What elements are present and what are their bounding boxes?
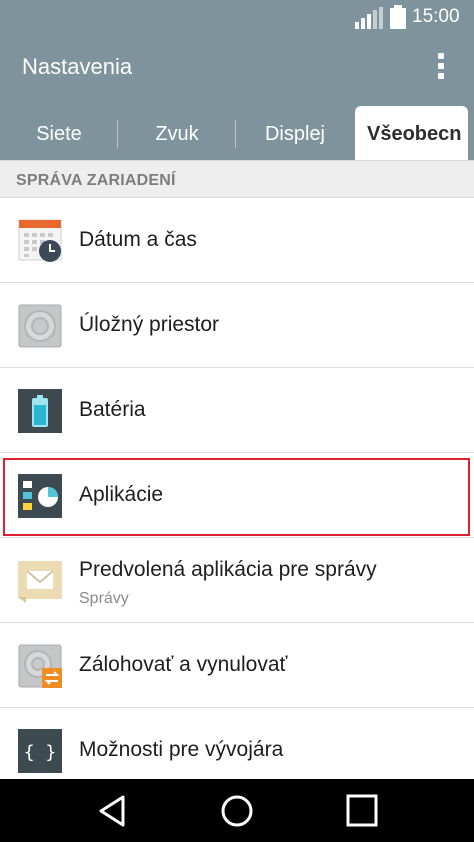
message-icon xyxy=(18,561,62,603)
home-icon[interactable] xyxy=(217,792,257,830)
tab-bar: Siete Zvuk Displej Všeobecn xyxy=(0,98,474,160)
page-title: Nastavenia xyxy=(22,54,133,79)
list-item-label: Možnosti pre vývojára xyxy=(79,738,284,761)
battery-icon xyxy=(390,5,406,29)
backup-reset-icon xyxy=(18,644,62,688)
list-item-backup-reset[interactable]: Zálohovať a vynulovať xyxy=(0,623,474,708)
list-item-apps[interactable]: Aplikácie xyxy=(0,453,474,538)
list-item-label: Batéria xyxy=(79,398,146,421)
list-item-label: Zálohovať a vynulovať xyxy=(79,653,288,676)
navigation-bar xyxy=(0,779,474,842)
app-bar: Nastavenia xyxy=(0,36,474,98)
list-item-storage[interactable]: Úložný priestor xyxy=(0,283,474,368)
tab-zvuk[interactable]: Zvuk xyxy=(118,98,236,160)
list-item-label: Dátum a čas xyxy=(79,228,197,251)
list-item-battery[interactable]: Batéria xyxy=(0,368,474,453)
tab-siete[interactable]: Siete xyxy=(0,98,118,160)
list-item-label: Úložný priestor xyxy=(79,313,220,336)
tab-displej[interactable]: Displej xyxy=(236,98,354,160)
list-item-label: Predvolená aplikácia pre správy xyxy=(79,558,377,581)
calendar-clock-icon xyxy=(18,219,62,262)
list-item-default-messaging[interactable]: Predvolená aplikácia pre správy Správy xyxy=(0,538,474,623)
battery-icon xyxy=(18,389,62,433)
storage-icon xyxy=(18,304,62,348)
more-vert-icon[interactable] xyxy=(432,50,450,84)
svg-text:{ }: { } xyxy=(24,742,57,763)
list-item-date-time[interactable]: Dátum a čas xyxy=(0,198,474,283)
section-header: SPRÁVA ZARIADENÍ xyxy=(0,160,474,198)
status-time: 15:00 xyxy=(412,6,460,27)
list-item-label: Aplikácie xyxy=(79,483,164,506)
recents-icon[interactable] xyxy=(342,792,382,830)
tab-vseobecne[interactable]: Všeobecn xyxy=(355,106,468,160)
list-item-sublabel: Správy xyxy=(79,590,129,607)
settings-list: Dátum a čas Úložný priestor Batéria Apli… xyxy=(0,198,474,779)
status-bar: 15:00 xyxy=(0,0,474,36)
back-icon[interactable] xyxy=(93,792,133,830)
section-header-label: SPRÁVA ZARIADENÍ xyxy=(16,172,176,189)
list-item-developer-options[interactable]: { } Možnosti pre vývojára xyxy=(0,708,474,779)
signal-icon xyxy=(355,7,383,29)
apps-icon xyxy=(18,474,62,518)
developer-options-icon: { } xyxy=(18,729,62,773)
